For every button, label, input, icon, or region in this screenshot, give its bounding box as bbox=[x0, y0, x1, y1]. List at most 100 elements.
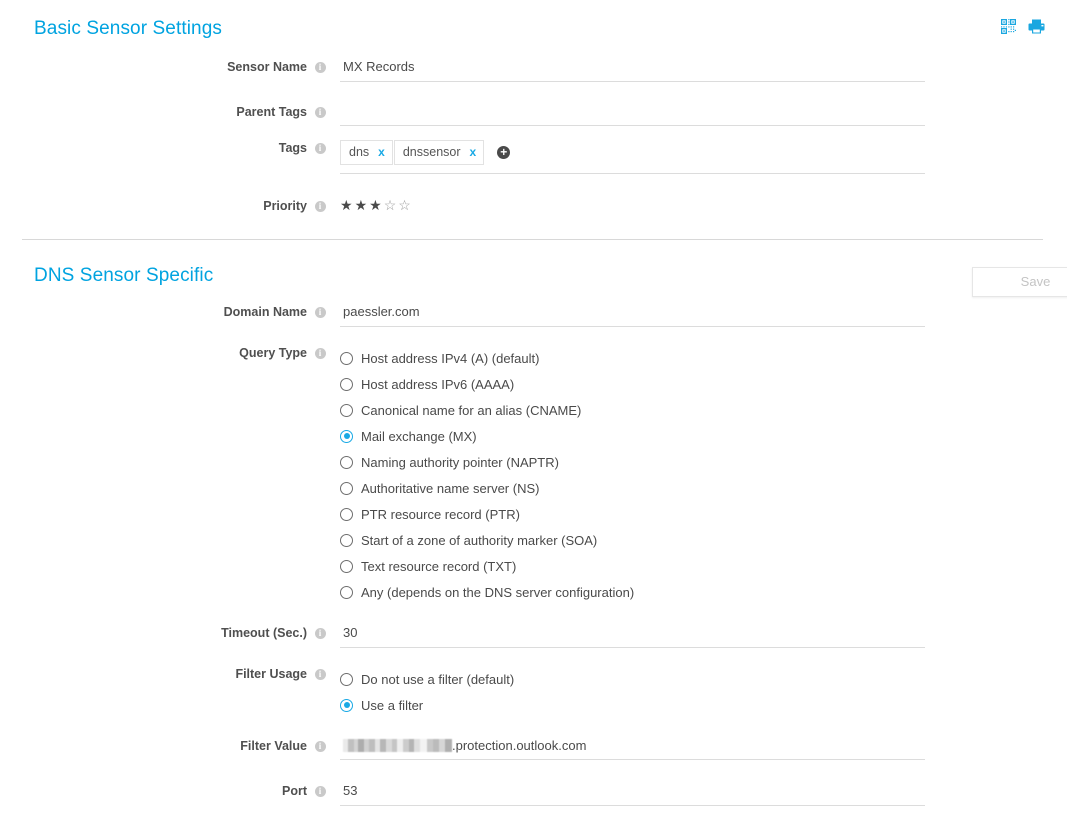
tags-field[interactable]: dns x dnssensor x + bbox=[340, 140, 925, 174]
port-label: Port bbox=[0, 783, 307, 798]
info-icon: i bbox=[315, 628, 326, 639]
port-row: Port i bbox=[0, 783, 1067, 806]
radio-unselected-icon[interactable] bbox=[340, 352, 353, 365]
timeout-input[interactable] bbox=[340, 625, 925, 648]
tag-chip-label: dns bbox=[349, 145, 369, 159]
qr-code-icon[interactable] bbox=[1001, 19, 1016, 34]
domain-name-input[interactable] bbox=[340, 304, 925, 327]
timeout-label: Timeout (Sec.) bbox=[0, 625, 307, 640]
query-type-option-label: Any (depends on the DNS server configura… bbox=[361, 585, 634, 600]
timeout-info[interactable]: i bbox=[307, 625, 333, 639]
filter-usage-option-label: Do not use a filter (default) bbox=[361, 672, 514, 687]
filter-usage-option[interactable]: Do not use a filter (default) bbox=[340, 666, 1067, 692]
tags-info[interactable]: i bbox=[307, 140, 333, 154]
filter-value-label: Filter Value bbox=[0, 738, 307, 753]
query-type-option-label: Mail exchange (MX) bbox=[361, 429, 477, 444]
query-type-radio-group[interactable]: Host address IPv4 (A) (default) Host addr… bbox=[340, 345, 1067, 605]
port-input[interactable] bbox=[340, 783, 925, 806]
section-divider bbox=[22, 239, 1043, 240]
radio-selected-icon[interactable] bbox=[340, 430, 353, 443]
star-filled-icon[interactable]: ★ bbox=[340, 198, 353, 212]
radio-unselected-icon[interactable] bbox=[340, 560, 353, 573]
sensor-name-row: Sensor Name i bbox=[0, 59, 1067, 82]
sensor-name-label: Sensor Name bbox=[0, 59, 307, 74]
query-type-option-label: PTR resource record (PTR) bbox=[361, 507, 520, 522]
info-icon: i bbox=[315, 62, 326, 73]
filter-usage-label: Filter Usage bbox=[0, 666, 307, 681]
star-empty-icon[interactable]: ☆ bbox=[384, 198, 397, 212]
query-type-option[interactable]: Start of a zone of authority marker (SOA… bbox=[340, 527, 1067, 553]
priority-label: Priority bbox=[0, 198, 307, 213]
priority-info[interactable]: i bbox=[307, 198, 333, 212]
timeout-row: Timeout (Sec.) i bbox=[0, 625, 1067, 648]
tag-chip[interactable]: dns x bbox=[340, 140, 393, 165]
info-icon: i bbox=[315, 143, 326, 154]
top-action-bar bbox=[1001, 19, 1045, 34]
parent-tags-info[interactable]: i bbox=[307, 104, 333, 118]
radio-unselected-icon[interactable] bbox=[340, 673, 353, 686]
query-type-option[interactable]: Text resource record (TXT) bbox=[340, 553, 1067, 579]
radio-selected-icon[interactable] bbox=[340, 699, 353, 712]
radio-unselected-icon[interactable] bbox=[340, 404, 353, 417]
query-type-option-label: Canonical name for an alias (CNAME) bbox=[361, 403, 581, 418]
priority-row: Priority i ★★★☆☆ bbox=[0, 198, 1067, 213]
filter-value-input[interactable]: .protection.outlook.com bbox=[340, 738, 925, 760]
basic-settings-heading: Basic Sensor Settings bbox=[0, 18, 222, 40]
radio-unselected-icon[interactable] bbox=[340, 586, 353, 599]
query-type-option[interactable]: Mail exchange (MX) bbox=[340, 423, 1067, 449]
query-type-option[interactable]: Any (depends on the DNS server configura… bbox=[340, 579, 1067, 605]
radio-unselected-icon[interactable] bbox=[340, 456, 353, 469]
query-type-option[interactable]: Canonical name for an alias (CNAME) bbox=[340, 397, 1067, 423]
tags-label: Tags bbox=[0, 140, 307, 155]
filter-usage-radio-group[interactable]: Do not use a filter (default) Use a filte… bbox=[340, 666, 1067, 718]
query-type-option-label: Host address IPv4 (A) (default) bbox=[361, 351, 539, 366]
tag-chip-label: dnssensor bbox=[403, 145, 461, 159]
star-filled-icon[interactable]: ★ bbox=[369, 198, 382, 212]
tag-remove-icon[interactable]: x bbox=[470, 146, 477, 158]
query-type-option[interactable]: Host address IPv6 (AAAA) bbox=[340, 371, 1067, 397]
filter-usage-info[interactable]: i bbox=[307, 666, 333, 680]
query-type-option-label: Authoritative name server (NS) bbox=[361, 481, 539, 496]
redacted-text-block bbox=[343, 739, 452, 752]
radio-unselected-icon[interactable] bbox=[340, 508, 353, 521]
info-icon: i bbox=[315, 348, 326, 359]
sensor-name-input[interactable] bbox=[340, 59, 925, 82]
info-icon: i bbox=[315, 107, 326, 118]
priority-star-rating[interactable]: ★★★☆☆ bbox=[340, 198, 1067, 212]
query-type-option[interactable]: Host address IPv4 (A) (default) bbox=[340, 345, 1067, 371]
tag-chip[interactable]: dnssensor x bbox=[394, 140, 484, 165]
info-icon: i bbox=[315, 786, 326, 797]
domain-name-info[interactable]: i bbox=[307, 304, 333, 318]
query-type-option[interactable]: Naming authority pointer (NAPTR) bbox=[340, 449, 1067, 475]
save-button[interactable]: Save bbox=[972, 267, 1067, 297]
filter-value-row: Filter Value i .protection.outlook.com bbox=[0, 738, 1067, 760]
filter-usage-option[interactable]: Use a filter bbox=[340, 692, 1067, 718]
print-icon[interactable] bbox=[1028, 19, 1045, 34]
tag-remove-icon[interactable]: x bbox=[378, 146, 385, 158]
query-type-option[interactable]: PTR resource record (PTR) bbox=[340, 501, 1067, 527]
parent-tags-value bbox=[340, 104, 925, 126]
query-type-option-label: Host address IPv6 (AAAA) bbox=[361, 377, 514, 392]
domain-name-label: Domain Name bbox=[0, 304, 307, 319]
query-type-label: Query Type bbox=[0, 345, 307, 360]
filter-value-suffix: .protection.outlook.com bbox=[452, 738, 586, 753]
query-type-option-label: Start of a zone of authority marker (SOA… bbox=[361, 533, 597, 548]
port-info[interactable]: i bbox=[307, 783, 333, 797]
add-tag-icon[interactable]: + bbox=[497, 146, 510, 159]
star-empty-icon[interactable]: ☆ bbox=[398, 198, 411, 212]
info-icon: i bbox=[315, 741, 326, 752]
star-filled-icon[interactable]: ★ bbox=[355, 198, 368, 212]
radio-unselected-icon[interactable] bbox=[340, 378, 353, 391]
radio-unselected-icon[interactable] bbox=[340, 482, 353, 495]
query-type-option[interactable]: Authoritative name server (NS) bbox=[340, 475, 1067, 501]
sensor-name-info[interactable]: i bbox=[307, 59, 333, 73]
info-icon: i bbox=[315, 201, 326, 212]
dns-settings-heading: DNS Sensor Specific bbox=[0, 265, 213, 287]
filter-usage-option-label: Use a filter bbox=[361, 698, 423, 713]
query-type-info[interactable]: i bbox=[307, 345, 333, 359]
radio-unselected-icon[interactable] bbox=[340, 534, 353, 547]
query-type-row: Query Type i Host address IPv4 (A) (defa… bbox=[0, 345, 1067, 605]
filter-usage-row: Filter Usage i Do not use a filter (defa… bbox=[0, 666, 1067, 718]
info-icon: i bbox=[315, 307, 326, 318]
filter-value-info[interactable]: i bbox=[307, 738, 333, 752]
